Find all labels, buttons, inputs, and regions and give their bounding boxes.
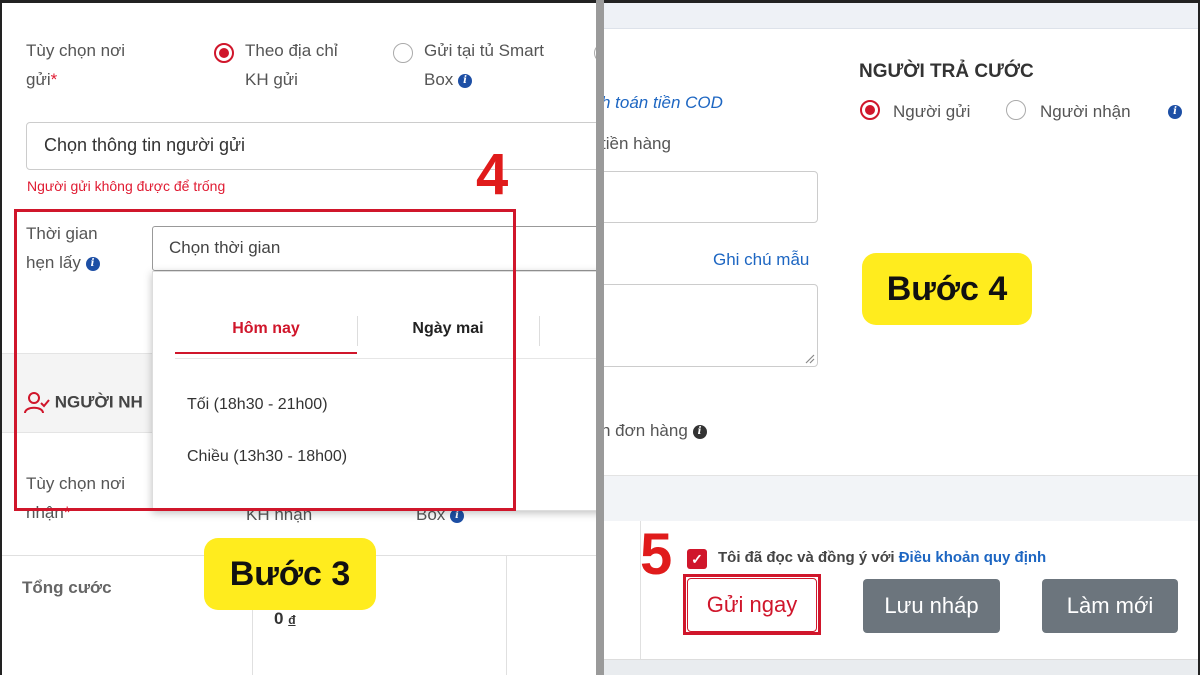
step-number-4: 4 <box>476 142 509 207</box>
radio-smartbox-label[interactable]: Gửi tại tủ Smart Box i <box>424 36 544 94</box>
radio-smartbox[interactable] <box>393 43 413 63</box>
radio-address-sender-label[interactable]: Theo địa chỉ KH gửi <box>245 36 338 94</box>
send-now-button[interactable]: Gửi ngay <box>687 578 817 632</box>
opt-address-line1: Theo địa chỉ <box>245 41 338 60</box>
agree-text: Tôi đã đọc và đồng ý với Điều khoản quy … <box>718 549 1046 566</box>
top-bar <box>604 3 1198 29</box>
total-value: 0 đ <box>274 609 296 629</box>
terms-link[interactable]: Điều khoản quy định <box>899 549 1047 566</box>
cod-text[interactable]: h toán tiền COD <box>604 93 723 113</box>
column-divider <box>506 555 507 675</box>
footer-band <box>604 475 1198 521</box>
radio-partial[interactable] <box>594 43 596 63</box>
send-place-label-line2: gửi* <box>26 65 125 94</box>
radio-unchecked-icon[interactable] <box>393 43 413 63</box>
opt-smartbox-text: Box <box>424 70 454 89</box>
send-place-label-text: gửi <box>26 70 51 89</box>
payer-receiver-label[interactable]: Người nhận <box>1040 97 1131 126</box>
info-icon[interactable]: i <box>1168 104 1182 119</box>
right-screenshot-panel: h toán tiền COD tiền hàng Ghi chú mẫu n … <box>604 0 1200 675</box>
step-badge-3: Bước 3 <box>204 538 376 610</box>
radio-unchecked-icon[interactable] <box>594 43 596 63</box>
reset-button[interactable]: Làm mới <box>1042 579 1178 633</box>
agree-label: Tôi đã đọc và đồng ý với <box>718 549 895 566</box>
radio-payer-sender[interactable] <box>860 100 880 120</box>
highlight-frame-step4 <box>14 209 516 511</box>
radio-unchecked-icon[interactable] <box>1006 100 1026 120</box>
info-icon[interactable]: i <box>692 424 707 439</box>
sender-error-message: Người gửi không được để trống <box>27 178 226 194</box>
opt-smartbox-line2: Box i <box>424 65 544 94</box>
note-template-link[interactable]: Ghi chú mẫu <box>713 250 809 270</box>
total-label: Tổng cước <box>22 578 112 597</box>
payer-info[interactable]: i <box>1168 103 1182 121</box>
send-place-label-line1: Tùy chọn nơi <box>26 41 126 60</box>
sender-select[interactable]: Chọn thông tin người gửi <box>26 122 596 170</box>
save-draft-button[interactable]: Lưu nháp <box>863 579 1000 633</box>
order-label-text: n đơn hàng <box>604 421 688 440</box>
payer-title: NGƯỜI TRẢ CƯỚC <box>859 61 1034 82</box>
tab-divider <box>539 316 540 346</box>
radio-checked-icon[interactable] <box>214 43 234 63</box>
tab-next-partial[interactable]: N <box>593 320 596 338</box>
opt-address-line2: KH gửi <box>245 70 298 89</box>
payer-sender-label[interactable]: Người gửi <box>893 97 970 126</box>
step-number-5: 5 <box>640 522 673 587</box>
info-icon[interactable]: i <box>458 73 473 88</box>
left-screenshot-panel: Tùy chọn nơi gửi* Theo địa chỉ KH gửi Gử… <box>0 0 596 675</box>
goods-label: tiền hàng <box>604 134 671 153</box>
bottom-bar <box>604 659 1198 675</box>
goods-value-input[interactable] <box>604 171 818 223</box>
order-label: n đơn hàng i <box>604 416 707 445</box>
radio-payer-receiver[interactable] <box>1006 100 1026 120</box>
currency-symbol: đ <box>288 613 296 627</box>
resize-handle-icon[interactable] <box>803 352 815 364</box>
agree-checkbox[interactable]: ✓ <box>687 549 707 569</box>
note-textarea[interactable] <box>604 284 818 367</box>
total-amount: 0 <box>274 609 284 628</box>
required-asterisk: * <box>50 70 58 89</box>
radio-checked-icon[interactable] <box>860 100 880 120</box>
send-place-label: Tùy chọn nơi gửi* <box>26 36 125 94</box>
step-badge-4: Bước 4 <box>862 253 1032 325</box>
radio-address-sender[interactable] <box>214 43 234 63</box>
opt-smartbox-line1: Gửi tại tủ Smart <box>424 41 545 60</box>
